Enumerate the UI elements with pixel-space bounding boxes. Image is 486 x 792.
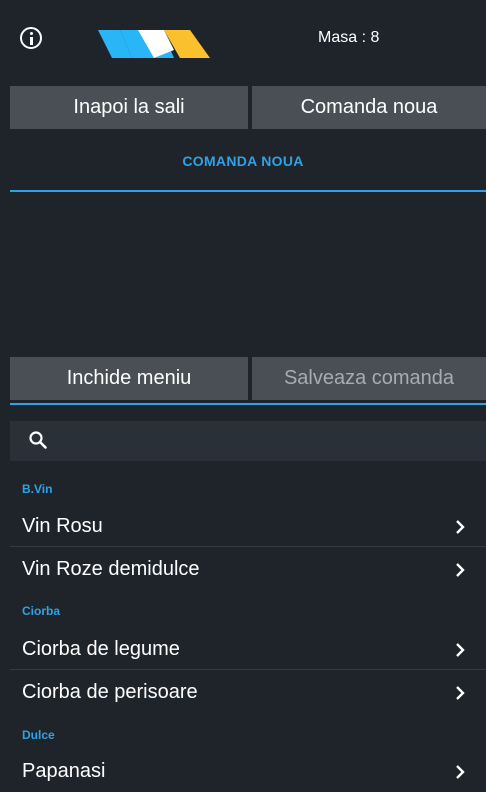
menu-item-label: Vin Rosu xyxy=(22,515,103,537)
info-icon[interactable] xyxy=(20,27,42,49)
new-order-button[interactable]: Comanda noua xyxy=(252,86,486,129)
menu-item[interactable]: Ciorba de perisoare xyxy=(10,673,486,713)
menu-item-label: Ciorba de legume xyxy=(22,638,180,660)
back-to-rooms-button[interactable]: Inapoi la sali xyxy=(10,86,248,129)
chevron-right-icon xyxy=(456,765,465,779)
chevron-right-icon xyxy=(456,520,465,534)
chevron-right-icon xyxy=(456,563,465,577)
tab-new-order[interactable]: COMANDA NOUA xyxy=(0,136,486,186)
table-number-label: Masa : 8 xyxy=(318,29,380,46)
menu-item[interactable]: Papanasi xyxy=(10,752,486,792)
tab-underline xyxy=(10,190,486,192)
category-ciorba: Ciorba xyxy=(22,604,61,618)
close-menu-button[interactable]: Inchide meniu xyxy=(10,357,248,400)
chevron-right-icon xyxy=(456,643,465,657)
search-field[interactable] xyxy=(10,421,486,461)
menu-divider xyxy=(10,403,486,405)
menu-item[interactable]: Ciorba de legume xyxy=(10,630,486,670)
menu-item-label: Papanasi xyxy=(22,760,106,782)
menu-item-label: Ciorba de perisoare xyxy=(22,681,198,703)
category-dulce: Dulce xyxy=(22,728,55,742)
menu-item[interactable]: Vin Rosu xyxy=(10,507,486,547)
chevron-right-icon xyxy=(456,686,465,700)
menu-item[interactable]: Vin Roze demidulce xyxy=(10,550,486,590)
save-order-button[interactable]: Salveaza comanda xyxy=(252,357,486,400)
category-bvin: B.Vin xyxy=(22,482,53,496)
top-bar: Masa : 8 xyxy=(0,0,486,86)
search-icon xyxy=(29,431,47,449)
app-logo xyxy=(98,30,210,58)
menu-item-label: Vin Roze demidulce xyxy=(22,558,200,580)
